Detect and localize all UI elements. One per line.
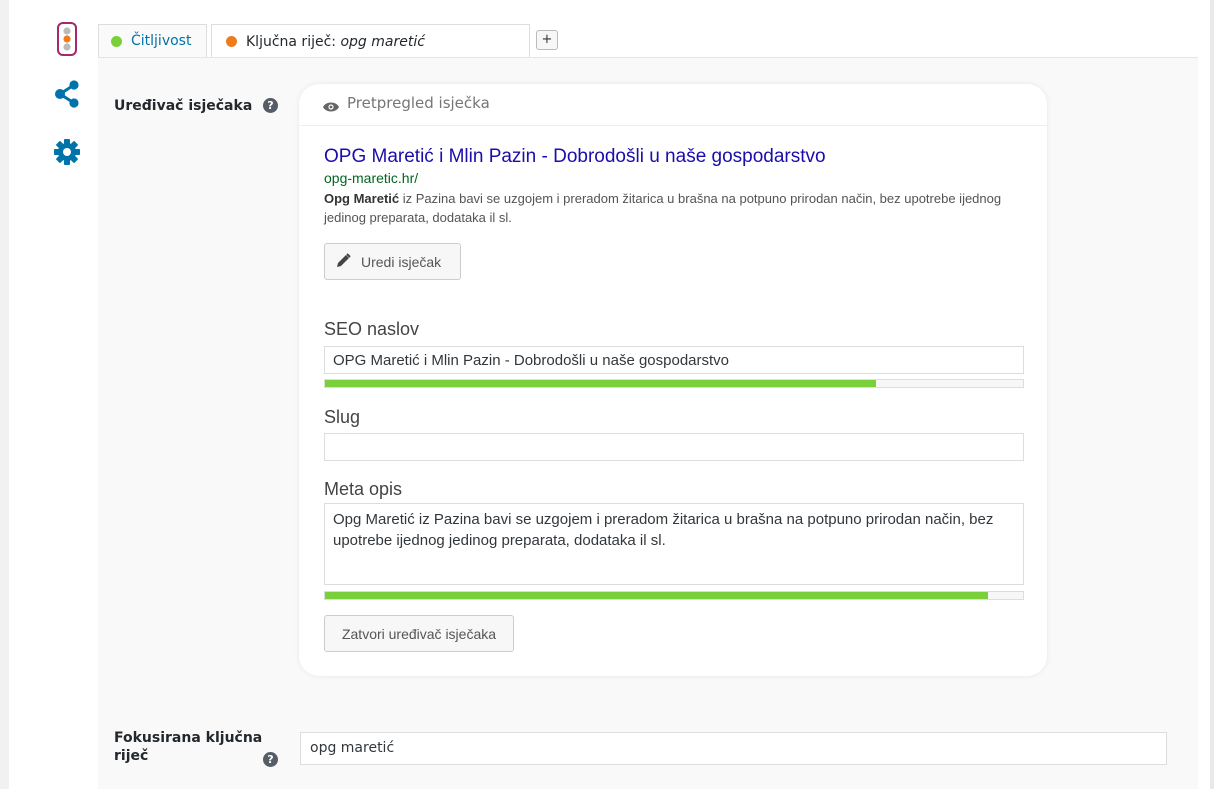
tab-readability-label: Čitljivost bbox=[131, 33, 192, 49]
tab-keyword[interactable]: Ključna riječ: opg maretić bbox=[211, 24, 530, 58]
focus-keyword-label: Fokusirana ključna riječ bbox=[114, 730, 263, 764]
share-icon[interactable] bbox=[50, 77, 84, 111]
gear-icon[interactable] bbox=[50, 135, 84, 169]
meta-description-textarea[interactable]: Opg Maretić iz Pazina bavi se uzgojem i … bbox=[324, 503, 1024, 585]
left-gutter bbox=[0, 0, 9, 789]
slug-label: Slug bbox=[324, 407, 361, 427]
search-result-description-text: iz Pazina bavi se uzgojem i preradom žit… bbox=[324, 191, 1002, 225]
add-keyword-tab-button[interactable]: + bbox=[536, 30, 558, 50]
snippet-editor-label: Uređivač isječaka bbox=[114, 98, 253, 114]
meta-description-progress bbox=[324, 591, 1024, 600]
tabs-divider bbox=[98, 57, 1198, 58]
tab-keyword-value: opg maretić bbox=[340, 33, 425, 50]
snippet-preview-title: Pretpregled isječka bbox=[347, 94, 490, 112]
tab-readability[interactable]: Čitljivost bbox=[98, 24, 207, 57]
keyword-status-dot bbox=[226, 36, 237, 47]
snippet-editor-card: Pretpregled isječka OPG Maretić i Mlin P… bbox=[299, 84, 1047, 676]
seo-title-progress-fill bbox=[325, 380, 877, 387]
slug-input[interactable] bbox=[324, 433, 1024, 461]
eye-icon bbox=[323, 98, 339, 117]
seo-title-progress bbox=[324, 379, 1024, 388]
meta-description-label: Meta opis bbox=[324, 479, 403, 499]
pencil-icon bbox=[336, 252, 351, 271]
meta-description-progress-fill bbox=[325, 592, 989, 599]
edit-snippet-button[interactable]: Uredi isječak bbox=[324, 243, 461, 280]
focus-keyword-help-icon[interactable]: ? bbox=[263, 752, 278, 767]
readability-status-dot bbox=[111, 35, 122, 47]
focus-keyword-input[interactable]: opg maretić bbox=[300, 732, 1167, 765]
seo-title-input[interactable]: OPG Maretić i Mlin Pazin - Dobrodošli u … bbox=[324, 346, 1024, 374]
tab-keyword-label: Ključna riječ: bbox=[246, 33, 341, 50]
snippet-preview-header: Pretpregled isječka bbox=[299, 84, 1047, 126]
traffic-light-icon[interactable] bbox=[50, 22, 84, 56]
search-result-description-keyword: Opg Maretić bbox=[324, 191, 400, 206]
seo-title-label: SEO naslov bbox=[324, 319, 420, 339]
edit-snippet-button-label: Uredi isječak bbox=[361, 253, 442, 270]
snippet-editor-help-icon[interactable]: ? bbox=[263, 98, 278, 113]
close-snippet-editor-button[interactable]: Zatvori uređivač isječaka bbox=[324, 615, 514, 652]
search-result-description: Opg Maretić iz Pazina bavi se uzgojem i … bbox=[324, 189, 1024, 227]
right-scrollbar[interactable] bbox=[1210, 0, 1214, 789]
search-result-title[interactable]: OPG Maretić i Mlin Pazin - Dobrodošli u … bbox=[324, 146, 826, 168]
search-result-url: opg-maretic.hr/ bbox=[324, 170, 419, 186]
